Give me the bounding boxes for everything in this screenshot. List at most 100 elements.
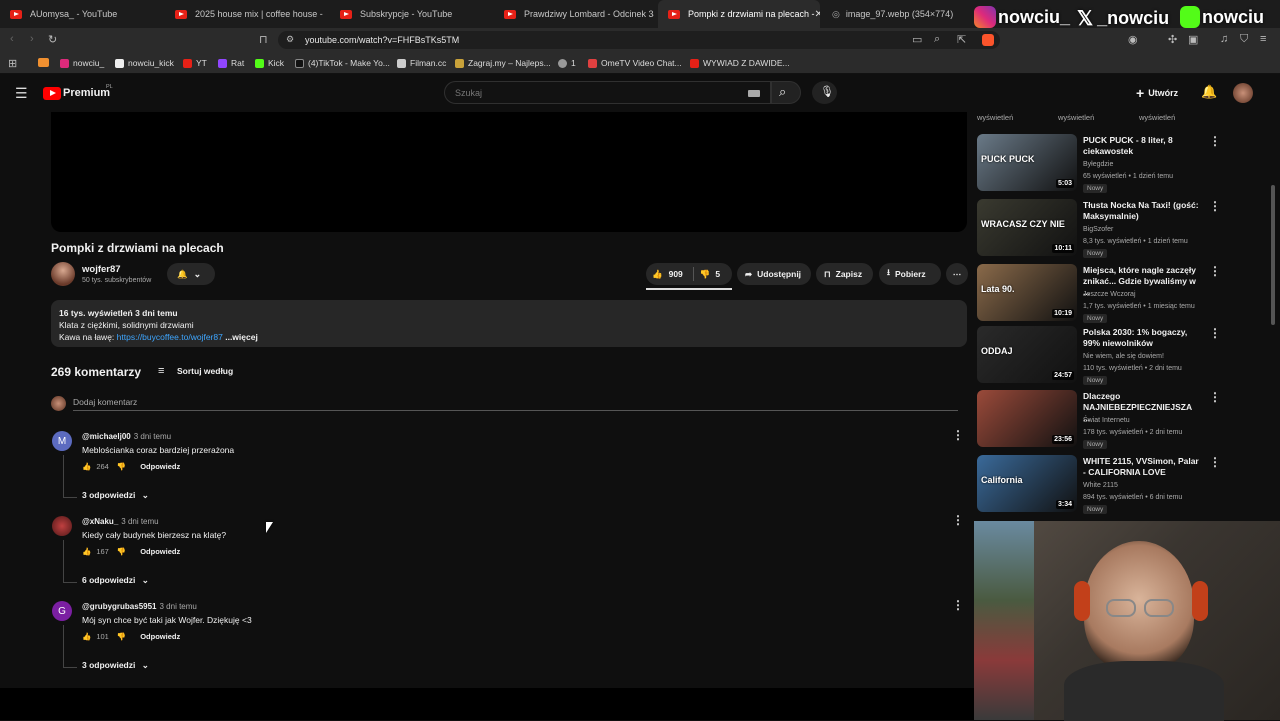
puzzle-icon[interactable]: ✣ [1168, 33, 1177, 46]
recommended-menu-icon[interactable]: ⋮ [1209, 326, 1221, 340]
bookmark-item[interactable]: Zagraj.my – Najleps... [455, 56, 551, 70]
sidebar-icon[interactable]: ▣ [1188, 33, 1198, 46]
recommended-menu-icon[interactable]: ⋮ [1209, 264, 1221, 278]
comment-time[interactable]: 3 dni temu [121, 517, 158, 526]
bookmark-item[interactable]: Kick [255, 56, 284, 70]
url-text[interactable]: youtube.com/watch?v=FHFBsTKs5TM [305, 35, 459, 45]
recommended-thumbnail[interactable]: 23:56 [977, 390, 1077, 447]
recommended-title[interactable]: WHITE 2115, VVSimon, Palar - CALIFORNIA … [1083, 456, 1201, 478]
subscribe-bell-button[interactable]: 🔔 ⌄ [167, 263, 215, 285]
reply-button[interactable]: Odpowiedz [140, 462, 180, 471]
description-box[interactable]: 16 tys. wyświetleń 3 dni temu Klata z ci… [51, 300, 967, 347]
music-icon[interactable]: ♫ [1220, 33, 1228, 45]
bookmark-item[interactable]: YT [183, 56, 207, 70]
thumbs-down-icon[interactable]: 👎 [117, 547, 126, 556]
notifications-bell-icon[interactable]: 🔔 [1201, 84, 1217, 100]
recommended-thumbnail[interactable]: California 3:34 [977, 455, 1077, 512]
video-player[interactable] [51, 112, 967, 232]
recommended-channel[interactable]: Jeszcze Wczoraj [1083, 289, 1136, 300]
recommended-channel[interactable]: Byłegdzie [1083, 159, 1113, 170]
search-input[interactable]: Szukaj [444, 81, 771, 104]
bookmark-item[interactable]: Filman.cc [397, 56, 446, 70]
comment-time[interactable]: 3 dni temu [160, 602, 197, 611]
channel-name[interactable]: wojfer87 [82, 264, 121, 275]
browser-tab[interactable]: AUomysa_ - YouTube [0, 0, 166, 28]
comment-avatar[interactable]: G [52, 601, 72, 621]
reply-button[interactable]: Odpowiedz [140, 632, 180, 641]
bookmark-icon[interactable]: ⊓ [259, 33, 268, 46]
thumbs-up-icon[interactable]: 👍 [82, 632, 91, 641]
browser-tab[interactable]: Subskrypcje - YouTube [330, 0, 490, 28]
hamburger-menu-icon[interactable]: ☰ [15, 85, 28, 102]
comment-menu-icon[interactable]: ⋮ [952, 598, 964, 612]
reload-icon[interactable]: ↻ [48, 33, 57, 46]
recommended-channel[interactable]: BigSzofer [1083, 224, 1113, 235]
premium-logo-text[interactable]: Premium [63, 87, 110, 99]
thumbs-down-icon[interactable]: 👎 [117, 632, 126, 641]
recommended-channel[interactable]: Nie wiem, ale się dowiem! [1083, 351, 1164, 362]
brave-shield-icon[interactable] [982, 34, 994, 46]
bookmark-item[interactable]: nowciu_kick [115, 56, 174, 70]
apps-grid-icon[interactable]: ⊞ [8, 57, 17, 70]
comment-menu-icon[interactable]: ⋮ [952, 428, 964, 442]
browser-tab[interactable]: Prawdziwy Lombard - Odcinek 340 "L [494, 0, 654, 28]
more-actions-button[interactable]: ⋯ [946, 263, 968, 285]
replies-toggle[interactable]: 3 odpowiedzi ⌄ [82, 490, 149, 501]
extension-icon[interactable]: ◉ [1128, 33, 1138, 46]
dislike-count[interactable]: 5 [715, 269, 720, 279]
close-tab-icon[interactable]: ✕ [815, 9, 820, 20]
comment-avatar[interactable] [52, 516, 72, 536]
recommended-menu-icon[interactable]: ⋮ [1209, 134, 1221, 148]
author-handle[interactable]: @michaelj00 [82, 432, 131, 441]
bookmark-item[interactable]: OmeTV Video Chat... [588, 56, 682, 70]
share-page-icon[interactable]: ⇱ [957, 33, 966, 46]
keyboard-icon[interactable] [748, 90, 760, 97]
browser-tab[interactable]: ◎ image_97.webp (354×774) [822, 0, 970, 28]
save-button[interactable]: ⊓ Zapisz [816, 263, 873, 285]
zoom-icon[interactable]: ⌕ [934, 33, 940, 46]
recommended-thumbnail[interactable]: WRACASZ CZY NIE 10:11 [977, 199, 1077, 256]
show-more-link[interactable]: ...więcej [225, 332, 258, 342]
recommended-title[interactable]: Polska 2030: 1% bogaczy, 99% niewolników [1083, 327, 1201, 349]
recommended-channel[interactable]: Świat Internetu [1083, 415, 1130, 426]
bookmark-item[interactable]: nowciu_ [60, 56, 104, 70]
cast-icon[interactable]: ▭ [912, 33, 922, 46]
browser-tab[interactable]: 2025 house mix | coffee house - YouT [165, 0, 323, 28]
recommended-title[interactable]: Tłusta Nocka Na Taxi! (gość: Maksymalnie… [1083, 200, 1201, 222]
thumbs-down-icon[interactable]: 👎 [700, 269, 711, 280]
bookmark-item[interactable]: Rat [218, 56, 244, 70]
recommended-thumbnail[interactable]: PUCK PUCK 5:03 [977, 134, 1077, 191]
site-info-icon[interactable]: ⚙ [286, 34, 294, 45]
replies-toggle[interactable]: 6 odpowiedzi ⌄ [82, 575, 149, 586]
sort-button[interactable]: Sortuj według [177, 366, 233, 376]
channel-avatar[interactable] [51, 262, 75, 286]
recommended-title[interactable]: PUCK PUCK - 8 liter, 8 ciekawostek [1083, 135, 1201, 157]
sort-icon[interactable]: ≡ [158, 365, 164, 377]
back-icon[interactable]: ‹ [10, 33, 14, 45]
like-count[interactable]: 909 [669, 269, 683, 279]
forward-icon[interactable]: › [30, 33, 34, 45]
recommended-thumbnail[interactable]: Lata 90. 10:19 [977, 264, 1077, 321]
comment-author[interactable]: @michaelj00 3 dni temu [82, 432, 171, 441]
recommended-channel[interactable]: White 2115 [1083, 480, 1118, 491]
create-button[interactable]: + Utwórz [1136, 85, 1178, 101]
comment-avatar[interactable]: M [52, 431, 72, 451]
sidebar-scrollbar[interactable] [1271, 185, 1275, 325]
add-comment-input[interactable]: Dodaj komentarz [73, 397, 137, 407]
comment-time[interactable]: 3 dni temu [134, 432, 171, 441]
author-handle[interactable]: @grubygrubas5951 [82, 602, 157, 611]
folder-icon[interactable] [38, 58, 49, 67]
bookmark-item[interactable]: WYWIAD Z DAWIDE... [690, 56, 790, 70]
menu-icon[interactable]: ≡ [1260, 33, 1266, 45]
recommended-menu-icon[interactable]: ⋮ [1209, 455, 1221, 469]
comment-menu-icon[interactable]: ⋮ [952, 513, 964, 527]
browser-tab-active[interactable]: Pompki z drzwiami na plecach - ✕ [658, 0, 820, 28]
description-link[interactable]: https://buycoffee.to/wojfer87 [117, 332, 223, 342]
bookmark-item[interactable]: 1 [558, 56, 576, 70]
bookmark-item[interactable]: (4)TikTok - Make Yo... [295, 56, 390, 70]
thumbs-up-icon[interactable]: 👍 [652, 269, 663, 280]
vpn-icon[interactable]: ⛉ [1240, 33, 1248, 46]
author-handle[interactable]: @xNaku_ [82, 517, 118, 526]
thumbs-up-icon[interactable]: 👍 [82, 462, 91, 471]
comment-author[interactable]: @xNaku_ 3 dni temu [82, 517, 159, 526]
